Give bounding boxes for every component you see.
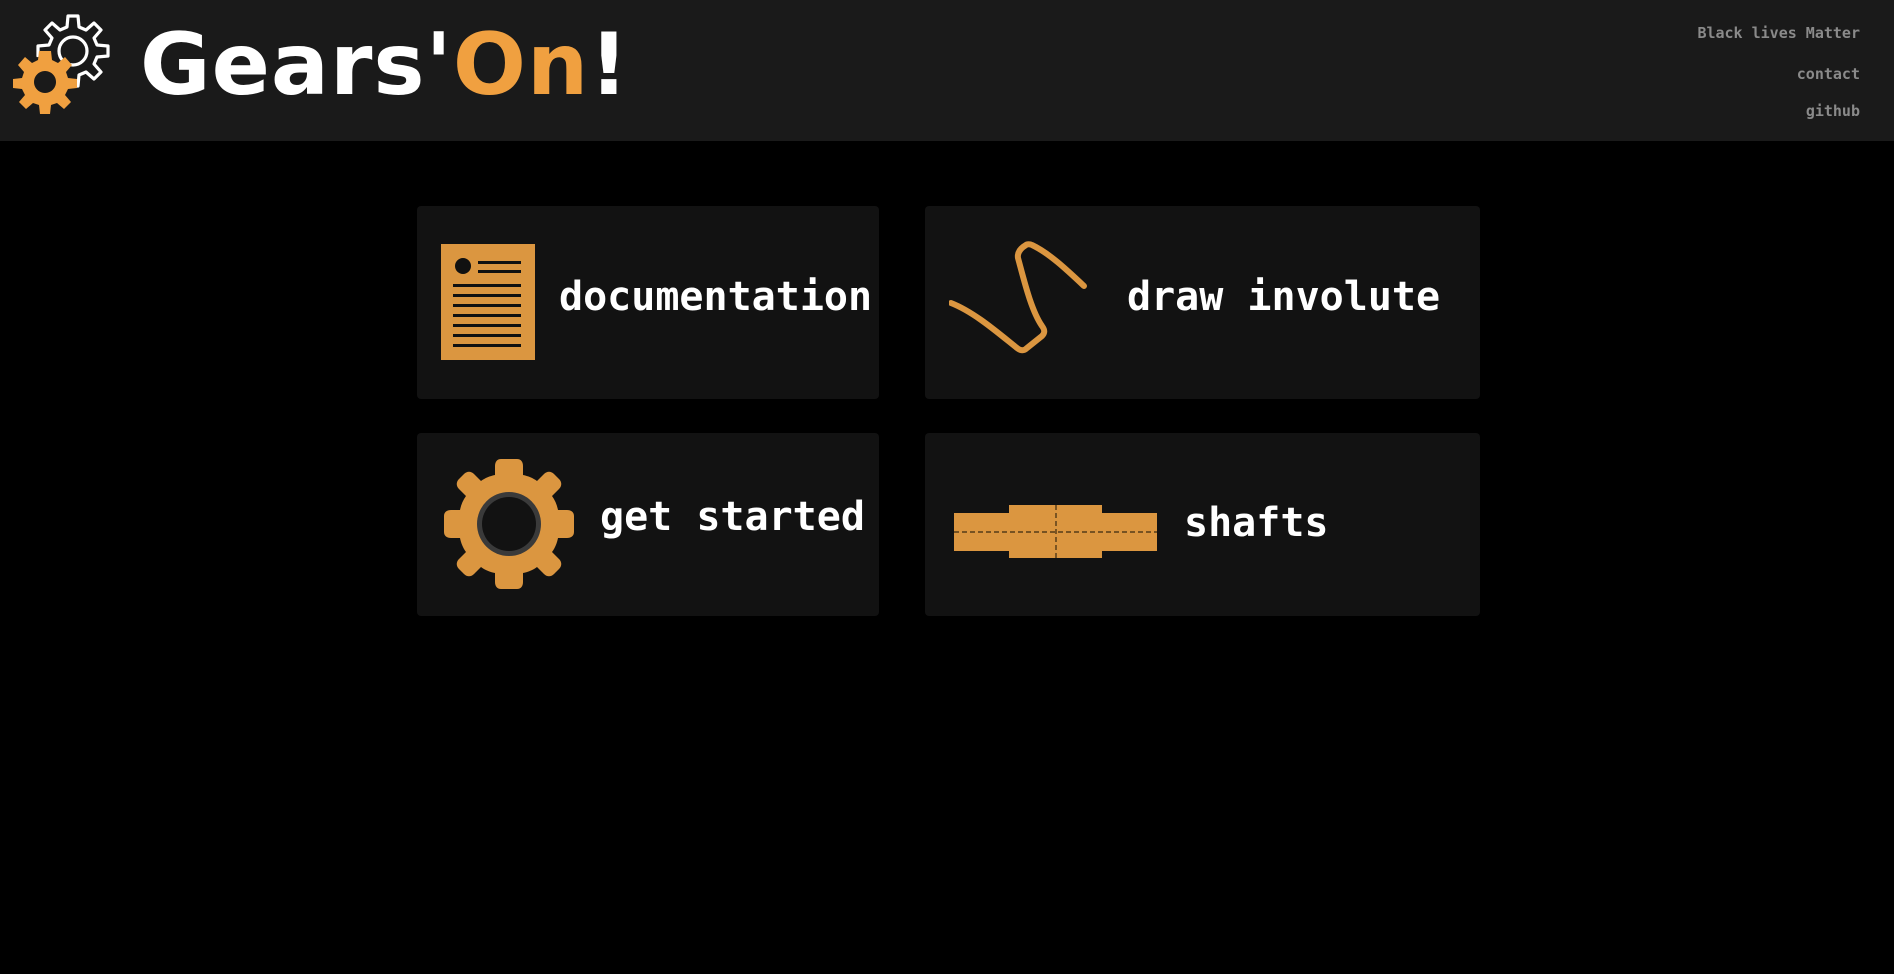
- logo-text-main: Gears': [140, 15, 453, 115]
- get-started-card[interactable]: get started: [417, 433, 879, 616]
- logo-text-accent: On: [452, 15, 590, 115]
- logo-text-end: !: [589, 15, 630, 115]
- logo-wordmark: Gears'On!: [140, 22, 629, 108]
- draw-involute-label: draw involute: [1127, 274, 1441, 320]
- gear-icon: [444, 459, 574, 589]
- contact-link[interactable]: contact: [1797, 65, 1860, 83]
- document-icon: [441, 244, 535, 360]
- involute-curve-icon: [949, 241, 1087, 354]
- shafts-label: shafts: [1184, 500, 1329, 546]
- draw-involute-card[interactable]: draw involute: [925, 206, 1480, 399]
- site-logo[interactable]: Gears'On!: [12, 14, 629, 116]
- documentation-card[interactable]: documentation: [417, 206, 879, 399]
- github-link[interactable]: github: [1806, 102, 1860, 120]
- gears-icon: [13, 14, 110, 114]
- get-started-label: get started: [600, 494, 865, 540]
- black-lives-matter-link[interactable]: Black lives Matter: [1697, 24, 1860, 42]
- shafts-card[interactable]: shafts: [925, 433, 1480, 616]
- documentation-label: documentation: [559, 274, 873, 320]
- shaft-icon: [954, 505, 1157, 558]
- site-header: Gears'On! Black lives Matter contact git…: [0, 0, 1894, 141]
